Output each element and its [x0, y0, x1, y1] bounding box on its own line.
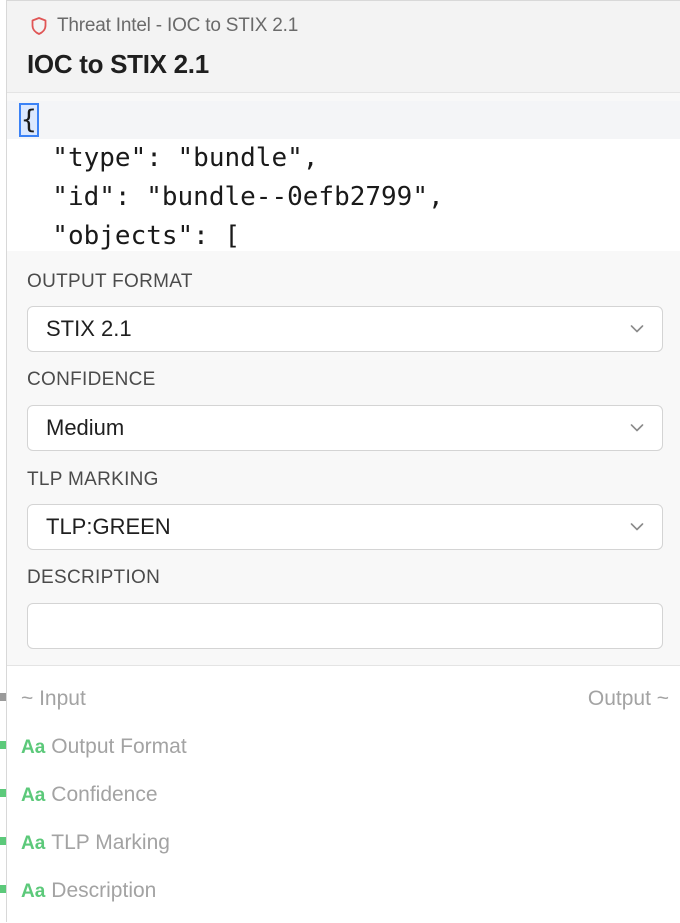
node-header[interactable]: Threat Intel - IOC to STIX 2.1 IOC to ST…: [7, 1, 680, 93]
chevron-down-icon: [630, 523, 644, 531]
code-line-2: "type": "bundle",: [21, 143, 319, 173]
tlp-marking-label: TLP MARKING: [27, 469, 159, 490]
confidence-label: CONFIDENCE: [27, 369, 156, 390]
chevron-down-icon: [630, 424, 644, 432]
chevron-down-icon: [630, 325, 644, 333]
output-format-label: OUTPUT FORMAT: [27, 271, 193, 292]
confidence-value: Medium: [46, 415, 125, 440]
io-section: ~ Input Output ~ Aa Output Format Aa Confi…: [7, 665, 680, 923]
tlp-marking-select[interactable]: TLP:GREEN: [27, 504, 663, 550]
output-format-input-label: Output Format: [51, 735, 187, 758]
cursor-brace: {: [19, 103, 39, 137]
node-title: IOC to STIX 2.1: [27, 49, 209, 79]
output-format-input[interactable]: Aa Output Format: [21, 732, 187, 762]
text-type-icon: Aa: [21, 737, 46, 758]
description-input-socket[interactable]: Aa Description: [21, 876, 156, 906]
node-subtitle: Threat Intel - IOC to STIX 2.1: [57, 15, 299, 36]
confidence-input[interactable]: Aa Confidence: [21, 780, 158, 810]
shield-icon: [31, 17, 47, 35]
text-type-icon: Aa: [21, 785, 46, 806]
output-format-select[interactable]: STIX 2.1: [27, 306, 663, 352]
code-line-3: "id": "bundle--0efb2799",: [21, 182, 444, 212]
node-subtitle-row: Threat Intel - IOC to STIX 2.1: [29, 13, 298, 39]
text-type-icon: Aa: [21, 833, 46, 854]
confidence-select[interactable]: Medium: [27, 405, 663, 451]
description-label: DESCRIPTION: [27, 567, 161, 588]
confidence-input-label: Confidence: [51, 783, 158, 806]
output-format-value: STIX 2.1: [46, 316, 132, 341]
input-socket-label: ~ Input: [21, 687, 86, 710]
output-socket-label: Output ~: [587, 687, 669, 710]
code-line-1: {: [7, 101, 680, 139]
description-input[interactable]: [27, 603, 663, 649]
text-type-icon: Aa: [21, 881, 46, 902]
node-panel: Threat Intel - IOC to STIX 2.1 IOC to ST…: [6, 0, 680, 923]
tlp-marking-input-label: TLP Marking: [51, 831, 170, 854]
code-preview[interactable]: { "type": "bundle", "id": "bundle--0efb2…: [7, 101, 680, 251]
description-input-label: Description: [51, 879, 157, 902]
code-line-4: "objects": [: [21, 221, 241, 251]
tlp-marking-value: TLP:GREEN: [46, 514, 171, 539]
tlp-marking-input[interactable]: Aa TLP Marking: [21, 828, 170, 858]
